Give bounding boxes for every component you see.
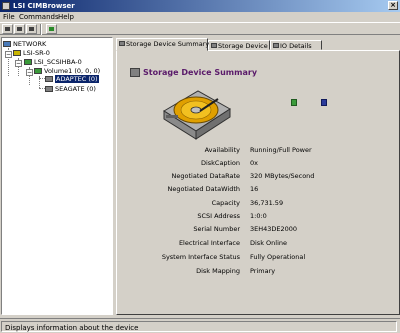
- tree-expander[interactable]: −: [26, 69, 33, 76]
- property-value: Disk Online: [250, 239, 287, 247]
- toolbar-icon: [17, 27, 22, 31]
- tab-label: IO Details: [280, 42, 312, 50]
- tree-node-network[interactable]: NETWORK: [3, 40, 46, 48]
- status-text: Displays information about the device: [5, 324, 139, 332]
- tree-node-label: LSI-SR-0: [23, 49, 50, 57]
- toolbar-button-refresh[interactable]: [46, 24, 57, 34]
- property-label: Negotiated DataRate: [171, 172, 240, 180]
- property-label: System Interface Status: [161, 253, 240, 261]
- tab-icon: [119, 41, 125, 46]
- tree-expander[interactable]: −: [5, 51, 12, 58]
- property-value: 3EH43DE2000: [250, 225, 298, 233]
- tab-strip: Storage Device Summary Storage Device IO…: [116, 38, 400, 51]
- drive-icon: [45, 86, 53, 92]
- panel-heading: Storage Device Summary: [143, 68, 258, 77]
- tab-icon: [211, 43, 217, 48]
- tree-node-label: NETWORK: [13, 40, 47, 48]
- property-value: 16: [250, 185, 259, 193]
- toolbar-button-3[interactable]: [26, 24, 37, 34]
- tree-node-seagate[interactable]: SEAGATE (0): [45, 85, 96, 93]
- tree-node-volume[interactable]: Volume1 (0, 0, 0): [34, 67, 100, 75]
- tree-node-adaptec[interactable]: ADAPTEC (0): [45, 75, 99, 83]
- property-value: Fully Operational: [250, 253, 306, 261]
- refresh-icon: [49, 27, 54, 31]
- toolbar-separator: [40, 24, 42, 35]
- tab-label: Storage Device: [218, 42, 268, 50]
- window-title: LSI CIMBrowser: [13, 2, 75, 10]
- tab-storage-device-summary[interactable]: Storage Device Summary: [116, 38, 210, 51]
- property-value: 0x: [250, 159, 258, 167]
- save-icon[interactable]: [321, 99, 327, 106]
- status-bar: Displays information about the device: [0, 318, 400, 333]
- tree-node-label: Volume1 (0, 0, 0): [44, 67, 101, 75]
- property-value: 1:0:0: [250, 212, 267, 220]
- toolbar-icon: [29, 27, 34, 31]
- tab-icon: [273, 43, 279, 48]
- property-value: Running/Full Power: [250, 146, 312, 154]
- tree-expander[interactable]: −: [15, 60, 22, 67]
- tab-io-details[interactable]: IO Details: [270, 40, 322, 50]
- toolbar-button-1[interactable]: [2, 24, 13, 34]
- tree-node-server[interactable]: LSI-SR-0: [13, 49, 50, 57]
- adapter-icon: [24, 59, 32, 65]
- toolbar-button-2[interactable]: [14, 24, 25, 34]
- app-icon: [2, 2, 10, 10]
- menu-commands[interactable]: Commands: [19, 13, 59, 21]
- close-icon: ×: [390, 1, 396, 9]
- property-label: Serial Number: [193, 225, 240, 233]
- toolbar: [0, 22, 400, 35]
- property-label: Disk Mapping: [196, 267, 240, 275]
- property-label: Negotiated DataWidth: [167, 185, 240, 193]
- menu-bar: File Commands Help: [0, 12, 400, 22]
- property-label: SCSI Address: [197, 212, 240, 220]
- server-icon: [13, 50, 21, 56]
- property-label: Electrical Interface: [178, 239, 240, 247]
- network-icon: [3, 41, 11, 47]
- close-button[interactable]: ×: [388, 1, 398, 10]
- tree-node-label: ADAPTEC (0): [55, 75, 99, 83]
- property-label: Capacity: [211, 199, 240, 207]
- toolbar-icon: [5, 27, 10, 31]
- tab-storage-device[interactable]: Storage Device: [208, 40, 270, 50]
- status-icon: [291, 99, 297, 106]
- summary-icon: [130, 68, 140, 77]
- volume-icon: [34, 68, 42, 74]
- tree-node-hba[interactable]: LSI_SCSIHBA-0: [24, 58, 82, 66]
- property-value: Primary: [250, 267, 276, 275]
- hard-disk-icon: [163, 90, 231, 140]
- menu-help[interactable]: Help: [58, 13, 74, 21]
- property-label: DiskCaption: [200, 159, 240, 167]
- property-value: 36,731.59: [250, 199, 284, 207]
- drive-icon: [45, 76, 53, 82]
- property-label: Availability: [204, 146, 240, 154]
- device-tree[interactable]: NETWORK − LSI-SR-0 − LSI_SCSIHBA-0 − Vol…: [1, 37, 113, 315]
- property-value: 320 MBytes/Second: [250, 172, 315, 180]
- tree-node-label: SEAGATE (0): [55, 85, 96, 93]
- tab-label: Storage Device Summary: [126, 40, 210, 48]
- app-window: LSI CIMBrowser × File Commands Help NETW…: [0, 0, 400, 333]
- tree-node-label: LSI_SCSIHBA-0: [34, 58, 82, 66]
- title-bar[interactable]: LSI CIMBrowser ×: [0, 0, 400, 12]
- content-panel: [116, 50, 400, 315]
- status-pane: Displays information about the device: [1, 321, 397, 332]
- menu-file[interactable]: File: [3, 13, 15, 21]
